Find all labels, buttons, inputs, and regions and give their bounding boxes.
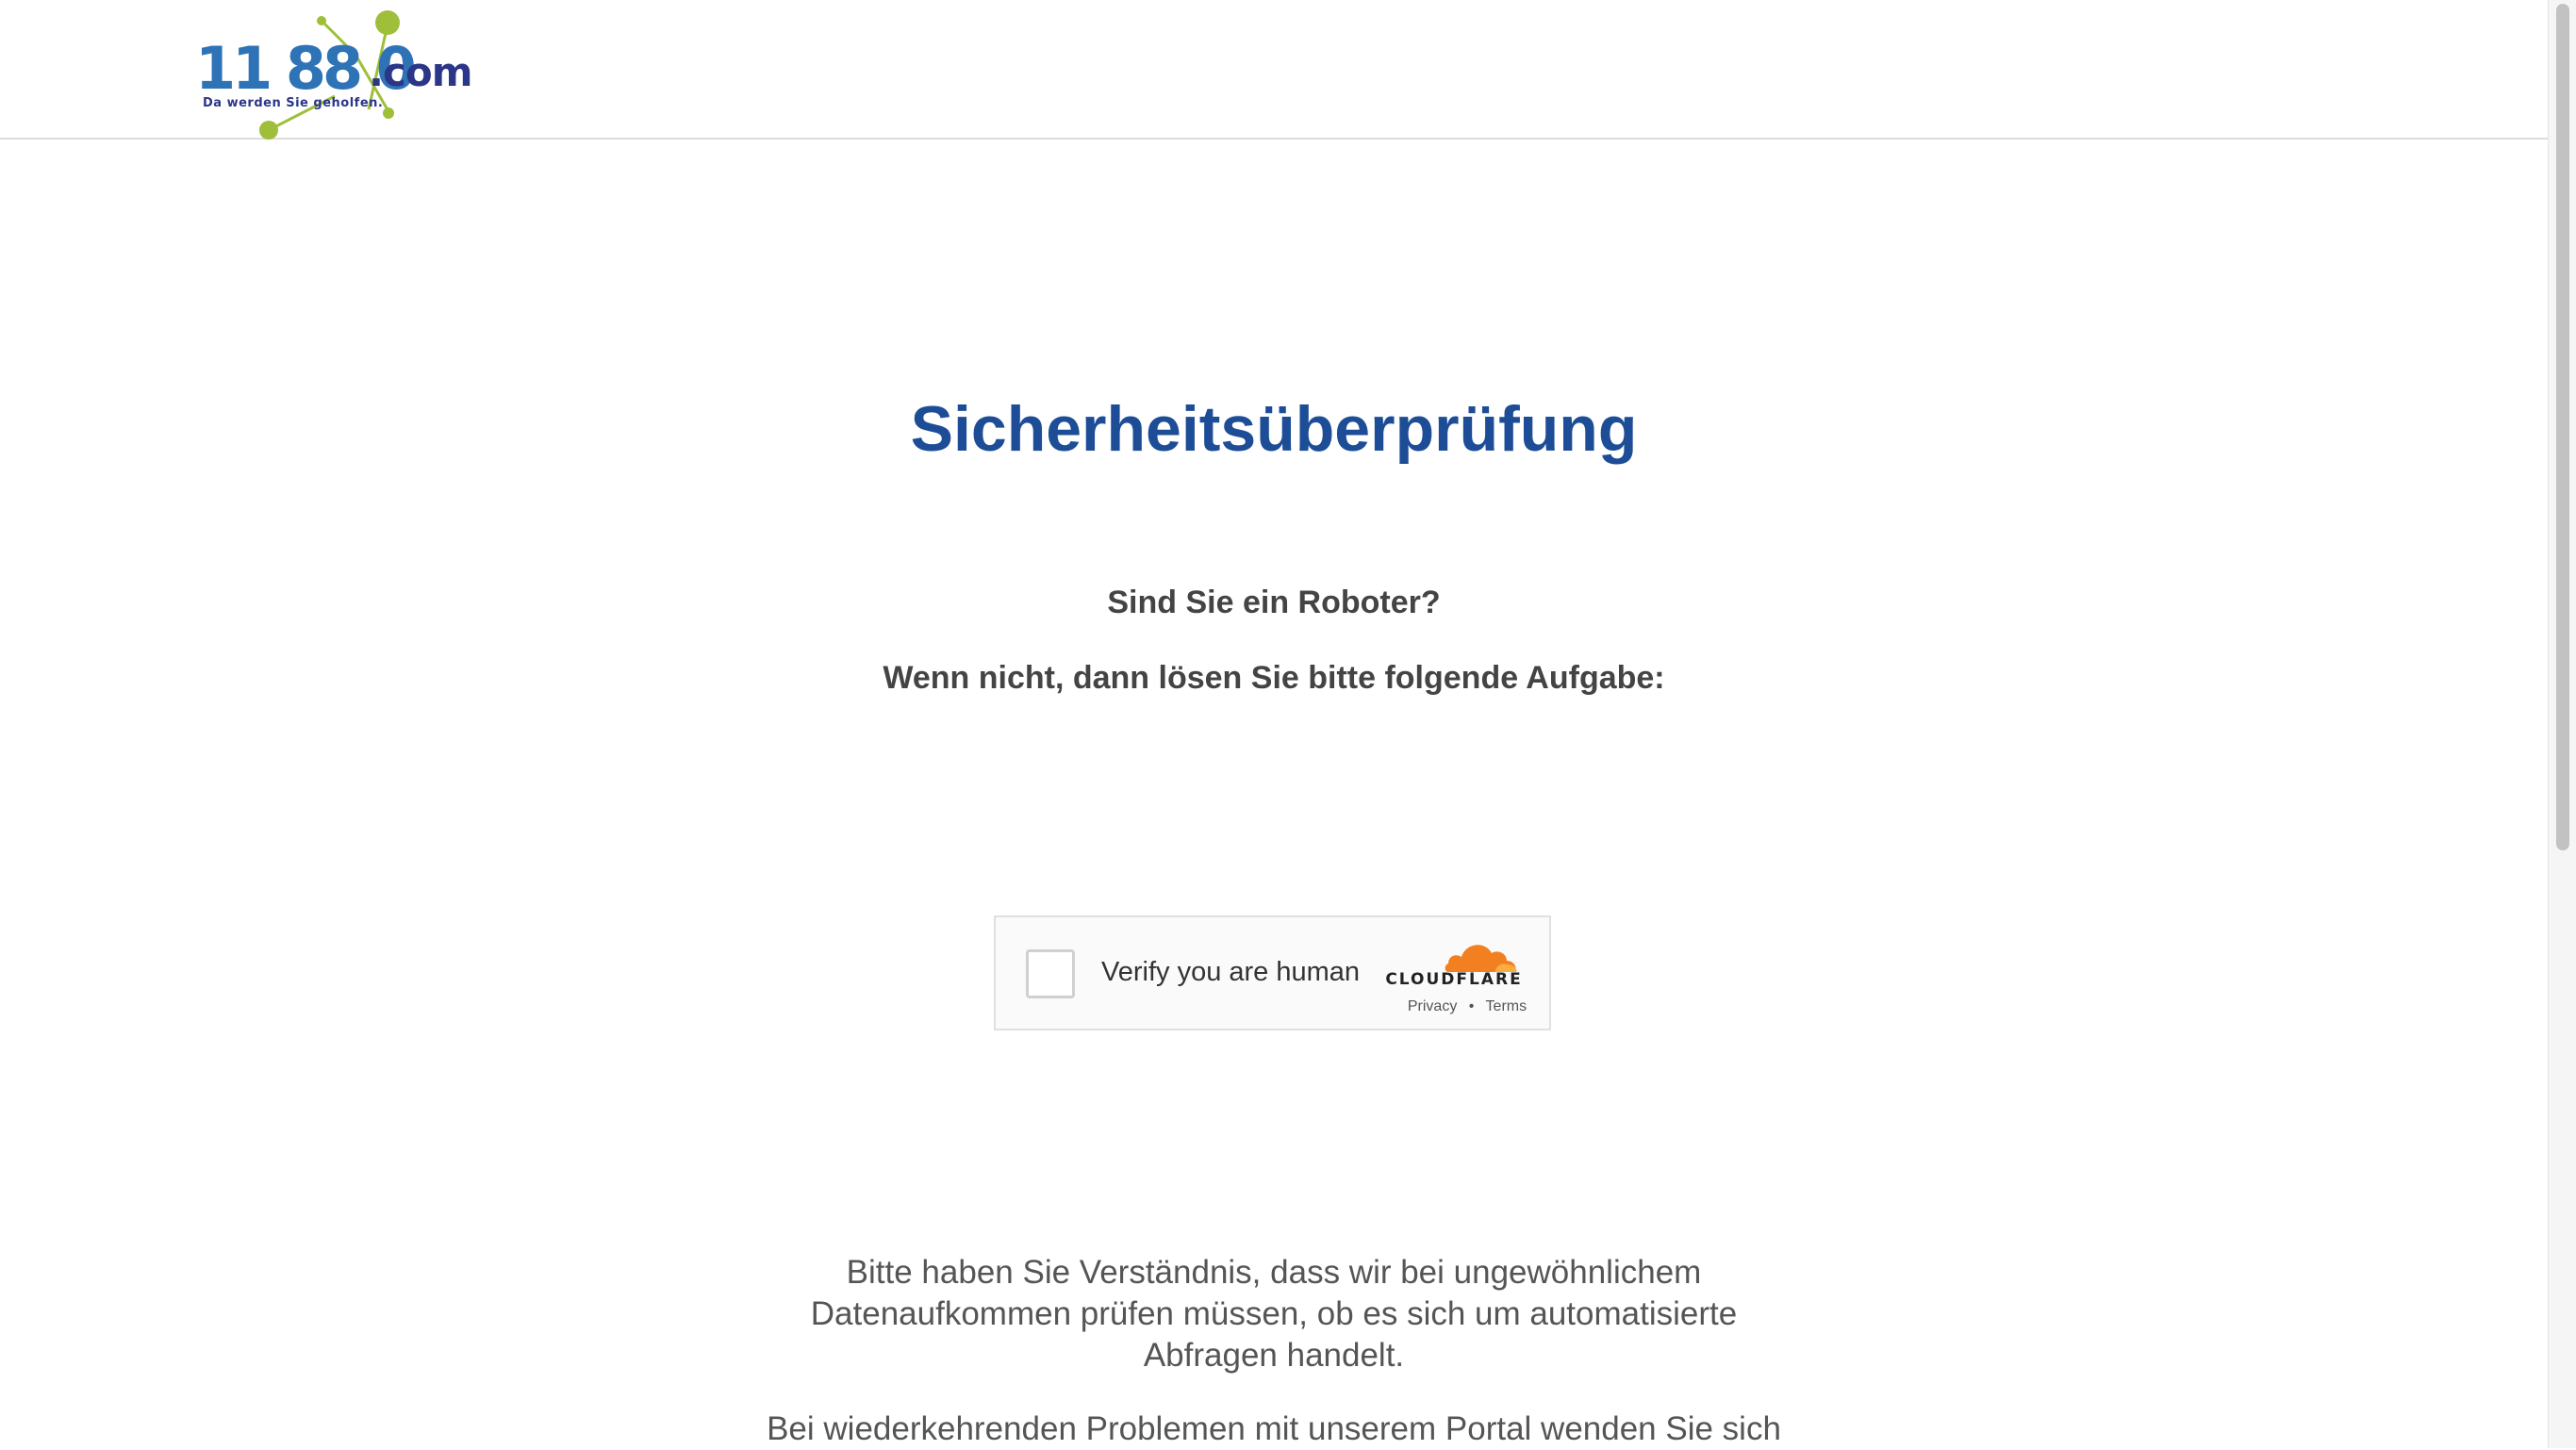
page-scrollbar[interactable] xyxy=(2548,0,2576,1448)
captcha-instruction: Wenn nicht, dann lösen Sie bitte folgend… xyxy=(883,660,1665,696)
logo-tagline: Da werden Sie geholfen. xyxy=(203,96,384,110)
cloudflare-captcha-widget: Verify you are human CLOUDFLARE Privacy … xyxy=(994,915,1551,1030)
verify-checkbox[interactable] xyxy=(1026,949,1075,998)
page-title: Sicherheitsüberprüfung xyxy=(910,393,1638,465)
cloudflare-links: Privacy • Terms xyxy=(1392,998,1543,1015)
privacy-link[interactable]: Privacy xyxy=(1408,998,1457,1014)
robot-question: Sind Sie ein Roboter? xyxy=(1107,585,1441,620)
support-paragraph: Bei wiederkehrenden Problemen mit unsere… xyxy=(767,1410,1781,1447)
logo-domain: .com xyxy=(369,49,472,95)
site-logo[interactable]: 11 88 0 .com Da werden Sie geholfen. xyxy=(193,6,476,143)
cloudflare-brand: CLOUDFLARE xyxy=(1385,970,1523,989)
scrollbar-thumb[interactable] xyxy=(2556,4,2569,850)
site-header: 11 88 0 .com Da werden Sie geholfen. xyxy=(0,0,2548,140)
terms-link[interactable]: Terms xyxy=(1486,998,1527,1014)
verify-label: Verify you are human xyxy=(1101,957,1361,987)
explanation-paragraph: Bitte haben Sie Verständnis, dass wir be… xyxy=(810,1254,1738,1374)
cloudflare-cloud-icon xyxy=(1445,945,1517,972)
link-separator: • xyxy=(1468,998,1475,1014)
